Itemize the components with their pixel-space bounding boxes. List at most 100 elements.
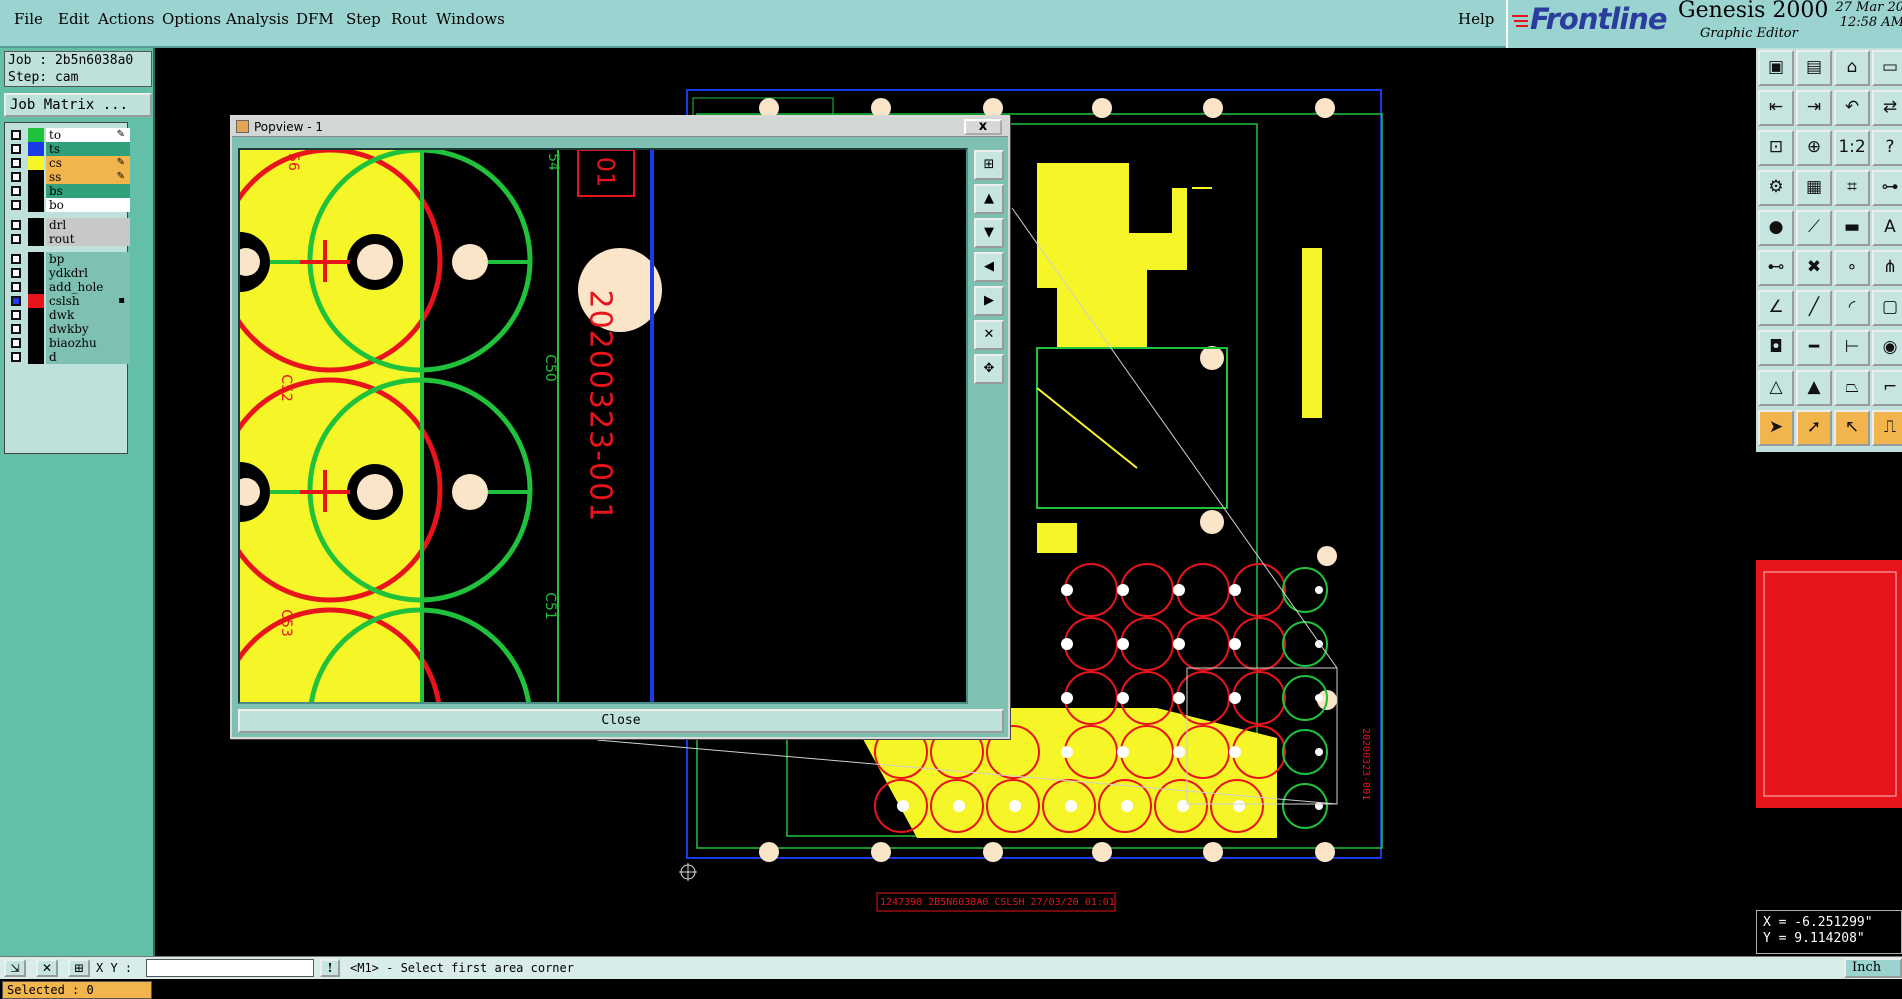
layer-checkbox[interactable] xyxy=(11,186,21,196)
layer-color-swatch[interactable] xyxy=(28,184,44,198)
layer-name[interactable]: d xyxy=(46,350,130,364)
layer-color-swatch[interactable] xyxy=(28,294,44,308)
alert-icon[interactable]: ! xyxy=(320,959,340,977)
popview-titlebar[interactable]: Popview - 1 x xyxy=(232,117,1008,137)
layer-color-swatch[interactable] xyxy=(28,308,44,322)
layer-checkbox[interactable] xyxy=(11,158,21,168)
layer-row-cs[interactable]: cs ✎ xyxy=(9,156,130,170)
units-button[interactable]: Inch xyxy=(1844,958,1902,978)
menu-actions[interactable]: Actions xyxy=(98,10,154,28)
help-icon[interactable]: ? xyxy=(1872,130,1902,166)
layer-row-d[interactable]: d xyxy=(9,350,130,364)
layer-color-swatch[interactable] xyxy=(28,350,44,364)
pan-down-icon[interactable]: ▼ xyxy=(974,218,1004,248)
menu-dfm[interactable]: DFM xyxy=(296,10,334,28)
layer-color-swatch[interactable] xyxy=(28,142,44,156)
layer-row-add_hole[interactable]: add_hole xyxy=(9,280,130,294)
node-icon[interactable]: ∘ xyxy=(1834,250,1870,286)
branch-icon[interactable]: ⋔ xyxy=(1872,250,1902,286)
layer-checkbox[interactable] xyxy=(11,130,21,140)
layer-checkbox[interactable] xyxy=(11,144,21,154)
layer-row-rout[interactable]: rout xyxy=(9,232,130,246)
menu-edit[interactable]: Edit xyxy=(58,10,89,28)
zoom-area-icon[interactable]: ⊕ xyxy=(1796,130,1832,166)
menu-options[interactable]: Options xyxy=(162,10,221,28)
pan-left-icon[interactable]: ◀ xyxy=(974,252,1004,282)
zoom-fit-icon[interactable]: ⊡ xyxy=(1758,130,1794,166)
layer-color-swatch[interactable] xyxy=(28,198,44,212)
menu-help[interactable]: Help xyxy=(1458,10,1494,28)
layer-checkbox[interactable] xyxy=(11,324,21,334)
cursor-mode-icon[interactable]: ⇲ xyxy=(4,959,26,977)
layer-row-cslsh[interactable]: cslsh ▪ xyxy=(9,294,130,308)
layer-name[interactable]: bs xyxy=(46,184,130,198)
angle-icon[interactable]: ∠ xyxy=(1758,290,1794,326)
hline-icon[interactable]: ━ xyxy=(1796,330,1832,366)
window-icon[interactable]: ▭ xyxy=(1872,50,1902,86)
shape-icon[interactable]: ⏢ xyxy=(1834,370,1870,406)
back-icon[interactable]: ⇤ xyxy=(1758,90,1794,126)
layer-row-dwk[interactable]: dwk xyxy=(9,308,130,322)
layer-row-biaozhu[interactable]: biaozhu xyxy=(9,336,130,350)
layer-name[interactable]: add_hole xyxy=(46,280,130,294)
layer-name[interactable]: dwkby xyxy=(46,322,130,336)
layer-row-ss[interactable]: ss ✎ xyxy=(9,170,130,184)
pointer-move-icon[interactable]: ↖ xyxy=(1834,410,1870,446)
save-icon[interactable]: ▤ xyxy=(1796,50,1832,86)
circle-pad-icon[interactable]: ◉ xyxy=(1872,330,1902,366)
step-tool-icon[interactable]: ⎍ xyxy=(1872,410,1902,446)
job-matrix-button[interactable]: Job Matrix ... xyxy=(4,93,152,117)
layer-color-swatch[interactable] xyxy=(28,266,44,280)
menu-file[interactable]: File xyxy=(14,10,43,28)
grid-icon[interactable]: ▦ xyxy=(1796,170,1832,206)
zoom-in-icon[interactable]: ✕ xyxy=(974,320,1004,350)
pointer-select-icon[interactable]: ➚ xyxy=(1796,410,1832,446)
layer-color-swatch[interactable] xyxy=(28,128,44,142)
popview-close-button[interactable]: Close xyxy=(238,709,1004,733)
menu-windows[interactable]: Windows xyxy=(436,10,505,28)
layer-color-swatch[interactable] xyxy=(28,232,44,246)
layer-color-swatch[interactable] xyxy=(28,252,44,266)
layer-checkbox[interactable] xyxy=(11,268,21,278)
select-pad-icon[interactable]: ◘ xyxy=(1758,330,1794,366)
overview-minimap[interactable] xyxy=(1756,560,1902,808)
zoom-home-icon[interactable]: ⊞ xyxy=(974,150,1004,180)
measure-icon[interactable]: ⚙ xyxy=(1758,170,1794,206)
cross-icon[interactable]: ✖ xyxy=(1796,250,1832,286)
layer-color-swatch[interactable] xyxy=(28,322,44,336)
zoom-out-icon[interactable]: ✥ xyxy=(974,354,1004,384)
layer-name[interactable]: bo xyxy=(46,198,130,212)
triangle-fill-icon[interactable]: ▲ xyxy=(1796,370,1832,406)
triangle-icon[interactable]: △ xyxy=(1758,370,1794,406)
menu-rout[interactable]: Rout xyxy=(391,10,427,28)
square-pad-icon[interactable]: ▢ xyxy=(1872,290,1902,326)
pan-right-icon[interactable]: ▶ xyxy=(974,286,1004,316)
layer-checkbox[interactable] xyxy=(11,234,21,244)
layer-color-swatch[interactable] xyxy=(28,156,44,170)
layer-icon[interactable]: ▣ xyxy=(1758,50,1794,86)
dim-icon[interactable]: ⊢ xyxy=(1834,330,1870,366)
layer-checkbox[interactable] xyxy=(11,310,21,320)
layer-row-bo[interactable]: bo xyxy=(9,198,130,212)
net-icon[interactable]: ⌗ xyxy=(1834,170,1870,206)
layer-name[interactable]: ydkdrl xyxy=(46,266,130,280)
pad-icon[interactable]: ● xyxy=(1758,210,1794,246)
layer-name[interactable]: ts xyxy=(46,142,130,156)
layer-row-ts[interactable]: ts xyxy=(9,142,130,156)
profile-icon[interactable]: ⌐ xyxy=(1872,370,1902,406)
xy-input[interactable] xyxy=(146,959,314,977)
layer-name[interactable]: biaozhu xyxy=(46,336,130,350)
layer-name[interactable]: dwk xyxy=(46,308,130,322)
diag-line-icon[interactable]: ╱ xyxy=(1796,290,1832,326)
home-icon[interactable]: ⌂ xyxy=(1834,50,1870,86)
text-icon[interactable]: A xyxy=(1872,210,1902,246)
layer-row-to[interactable]: to ✎ xyxy=(9,128,130,142)
layer-checkbox[interactable] xyxy=(11,338,21,348)
layer-checkbox[interactable] xyxy=(11,282,21,292)
layer-row-bp[interactable]: bp xyxy=(9,252,130,266)
layer-checkbox[interactable] xyxy=(11,172,21,182)
redo-icon[interactable]: ⇄ xyxy=(1872,90,1902,126)
layer-name[interactable]: drl xyxy=(46,218,130,232)
ruler-icon[interactable]: ▬ xyxy=(1834,210,1870,246)
pointer-icon[interactable]: ➤ xyxy=(1758,410,1794,446)
